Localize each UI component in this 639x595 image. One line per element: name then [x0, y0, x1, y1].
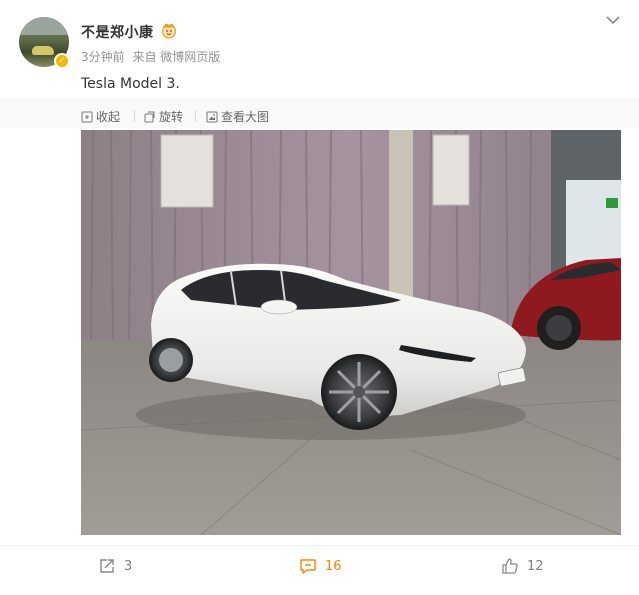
like-icon	[502, 558, 518, 574]
avatar-sky	[19, 17, 69, 35]
chevron-down-icon[interactable]	[604, 13, 622, 27]
repost-count: 3	[124, 558, 133, 574]
tesla-photo	[81, 130, 621, 535]
avatar-car	[32, 46, 54, 55]
post-image[interactable]	[81, 130, 621, 535]
like-button[interactable]: 12	[501, 557, 544, 575]
rotate-icon	[144, 111, 155, 122]
crown-badge-icon	[161, 23, 177, 39]
comment-button[interactable]: 16	[299, 557, 342, 575]
view-large-icon	[206, 111, 218, 122]
view-large-button[interactable]: 查看大图	[206, 108, 269, 125]
collapse-label: 收起	[96, 110, 121, 124]
repost-button[interactable]: 3	[98, 557, 132, 575]
rotate-button[interactable]: 旋转	[144, 108, 183, 125]
view-large-label: 查看大图	[221, 110, 270, 124]
author-name[interactable]: 不是郑小康	[81, 22, 154, 42]
toolbar-divider	[195, 110, 196, 122]
weibo-post-card: ✓ 不是郑小康 3分钟前 来自 微博网页版 Tesla Model 3. 收起 …	[0, 0, 639, 595]
rotate-label: 旋转	[159, 110, 184, 124]
collapse-icon	[81, 111, 93, 122]
verified-icon: ✓	[54, 53, 70, 69]
comment-icon	[300, 559, 316, 574]
post-meta: 3分钟前 来自 微博网页版	[81, 48, 224, 65]
post-time[interactable]: 3分钟前	[81, 50, 125, 64]
toolbar-divider	[134, 110, 135, 122]
repost-icon	[100, 559, 114, 573]
comment-count: 16	[325, 558, 342, 574]
like-count: 12	[527, 558, 544, 574]
collapse-button[interactable]: 收起	[81, 108, 120, 125]
footer-divider	[0, 545, 639, 546]
post-source: 来自 微博网页版	[132, 50, 221, 64]
post-text: Tesla Model 3.	[81, 76, 180, 92]
